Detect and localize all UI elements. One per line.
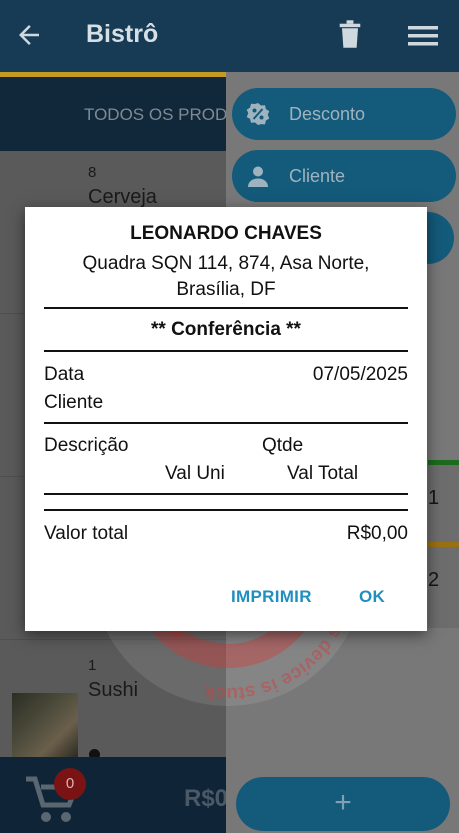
hamburger-menu-icon[interactable]	[404, 22, 442, 50]
store-address: Quadra SQN 114, 874, Asa Norte, Brasília…	[55, 251, 397, 303]
status-dot	[89, 749, 100, 757]
client-button[interactable]: Cliente	[232, 150, 456, 202]
app-bar: Bistrô	[0, 0, 459, 72]
trash-icon[interactable]	[336, 18, 364, 50]
person-icon	[248, 166, 268, 187]
item-name: Cerveja	[88, 186, 157, 208]
plus-icon: +	[334, 786, 352, 819]
column-total-value: Val Total	[287, 463, 359, 484]
divider	[44, 493, 408, 495]
order-card[interactable]: 2	[428, 542, 459, 628]
page-title: Bistrô	[86, 20, 159, 48]
category-tabs: TODOS OS PRODUTOS	[0, 77, 226, 151]
divider	[44, 509, 408, 511]
back-arrow-icon[interactable]	[14, 20, 44, 50]
column-unit-value: Val Uni	[165, 463, 225, 484]
cart-bar[interactable]: 0 R$0	[0, 757, 229, 833]
total-label: Valor total	[44, 523, 129, 544]
print-button[interactable]: IMPRIMIR	[231, 587, 312, 607]
store-name: LEONARDO CHAVES	[130, 223, 322, 244]
receipt-heading: ** Conferência **	[151, 319, 301, 340]
item-quantity: 8	[88, 164, 97, 181]
column-description: Descrição	[44, 435, 129, 456]
date-label: Data	[44, 364, 85, 385]
address-line-2: Brasília, DF	[176, 279, 276, 300]
divider	[44, 422, 408, 424]
address-line-1: Quadra SQN 114, 874, Asa Norte,	[82, 253, 370, 274]
tab-all-products[interactable]: TODOS OS PRODUTOS	[84, 105, 226, 125]
cart-count-badge: 0	[54, 768, 86, 800]
cart-total: R$0	[184, 785, 229, 812]
add-button[interactable]: +	[236, 777, 450, 831]
divider	[44, 307, 408, 309]
order-card-number: 2	[428, 569, 440, 591]
total-value: R$0,00	[346, 523, 408, 544]
client-label: Cliente	[289, 166, 346, 186]
divider	[44, 350, 408, 352]
discount-button[interactable]: Desconto	[232, 88, 456, 140]
discount-label: Desconto	[289, 104, 366, 124]
order-card[interactable]: 1	[428, 460, 459, 546]
item-quantity: 1	[88, 657, 97, 674]
receipt-dialog: LEONARDO CHAVES Quadra SQN 114, 874, Asa…	[25, 207, 427, 631]
ok-button[interactable]: OK	[359, 587, 385, 607]
percent-badge-icon	[246, 103, 270, 125]
date-value: 07/05/2025	[312, 364, 408, 385]
item-name: Sushi	[88, 679, 139, 701]
order-card-number: 1	[428, 487, 440, 509]
product-image-sushi	[12, 693, 78, 757]
column-quantity: Qtde	[262, 435, 304, 456]
client-label: Cliente	[44, 392, 104, 413]
